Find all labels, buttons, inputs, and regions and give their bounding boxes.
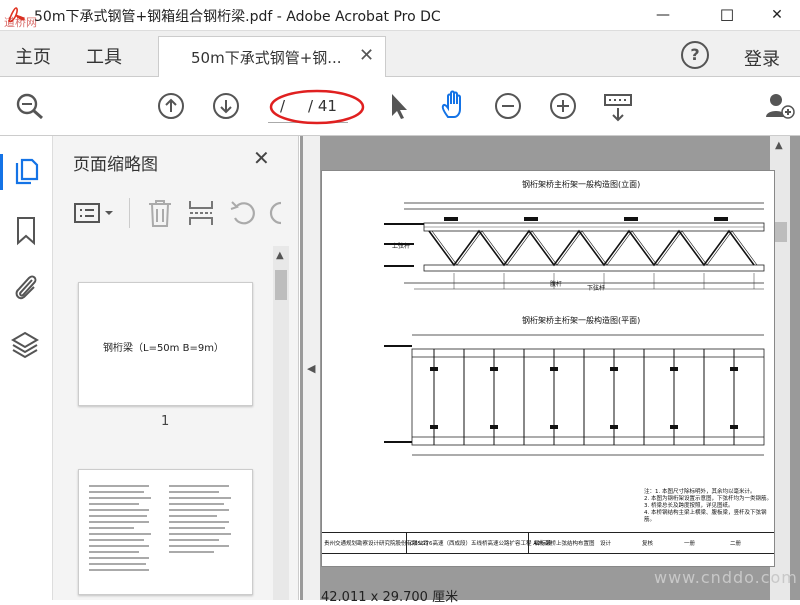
thumbnail-1-text: 钢桁梁（L=50m B=9m）	[103, 343, 224, 354]
truss-plan-drawing	[384, 334, 765, 456]
thumbnails-scrollbar[interactable]: ▲	[273, 246, 289, 600]
next-page-icon[interactable]	[212, 92, 240, 120]
footer-project: G85G76高速（西成段）五线桥高速公路扩容工程 A2标段	[410, 541, 552, 547]
footer-review: 复核	[642, 541, 654, 547]
zoom-in-icon[interactable]	[549, 92, 577, 120]
main-toolbar: / / 41	[0, 77, 800, 136]
footer-design: 设计	[600, 541, 612, 547]
bookmarks-icon[interactable]	[15, 216, 37, 246]
page-current-input[interactable]: /	[280, 97, 285, 115]
tab-home[interactable]: 主页	[15, 43, 51, 69]
note-line: 注：1. 本图尺寸除标明外，其余均以毫米计。	[644, 489, 756, 495]
page-size-status: 42.011 x 29.700 厘米	[321, 590, 459, 605]
document-tab-label: 50m下承式钢管+钢...	[191, 49, 342, 67]
thumbnail-1-number: 1	[161, 414, 170, 429]
select-cursor-icon[interactable]	[388, 91, 410, 121]
page-number-field[interactable]: / / 41	[268, 94, 348, 123]
search-zoom-icon[interactable]	[14, 91, 46, 121]
page-total-label: / 41	[308, 97, 337, 115]
scrollbar-thumb[interactable]	[275, 270, 287, 300]
rotate-page-icon[interactable]	[229, 198, 259, 228]
thumbnail-options-icon[interactable]	[73, 200, 117, 226]
drawing-notes: 注：1. 本图尺寸除标明外，其余均以毫米计。 2. 本图为钢桁架设置示意图，下弦…	[644, 489, 772, 524]
page-thumbnail-2[interactable]	[78, 469, 253, 595]
scrolling-mode-icon[interactable]	[602, 93, 634, 123]
label-web-member: 腹杆	[550, 281, 563, 288]
scroll-up-arrow-icon[interactable]: ▲	[276, 250, 284, 261]
pdf-page: 钢桁架桥主桁架一般构造图(立面) 钢桁架桥主桁架一般构造图(平面) 腹杆 下弦杆…	[321, 170, 775, 567]
insert-page-icon[interactable]	[187, 198, 215, 228]
hand-tool-icon[interactable]	[438, 89, 470, 121]
collapse-panel-strip[interactable]: ◀	[303, 136, 320, 600]
navigation-rail	[0, 136, 53, 600]
attachments-icon[interactable]	[12, 272, 40, 304]
delete-page-icon[interactable]	[147, 198, 173, 228]
title-block-divider	[528, 533, 529, 553]
help-icon[interactable]: ?	[681, 41, 709, 69]
footer-volume-2: 二册	[730, 541, 742, 547]
truss-web-members	[428, 229, 758, 267]
page-thumbnails-icon[interactable]	[13, 158, 41, 188]
footer-volume-1: 一册	[684, 541, 696, 547]
close-panel-icon[interactable]: ✕	[253, 146, 270, 170]
maximize-button[interactable]: ☐	[704, 0, 750, 30]
truss-elevation-drawing	[384, 202, 765, 290]
window-title: 50m下承式钢管+钢箱组合钢桁梁.pdf - Adobe Acrobat Pro…	[34, 9, 441, 25]
collapse-arrow-icon[interactable]: ◀	[307, 362, 315, 375]
note-line: 3. 桥梁总长及跨度按照，详见图纸。	[644, 503, 734, 509]
login-button[interactable]: 登录	[744, 45, 780, 71]
doc-scrollbar-thumb[interactable]	[773, 222, 787, 242]
title-block-divider	[406, 533, 407, 553]
previous-page-icon[interactable]	[157, 92, 185, 120]
label-top-chord: 上弦杆	[392, 243, 411, 250]
more-tools-icon[interactable]	[269, 198, 283, 228]
minimize-button[interactable]: —	[640, 0, 686, 30]
thumbnail-2-preview	[89, 485, 231, 571]
note-line: 4. 本桥钢结构主梁上横梁、腹板梁，竖杆及下弦钢筋。	[644, 510, 767, 523]
toolbar-divider	[129, 198, 130, 228]
thumbnails-panel: 页面缩略图 ✕ ▲ 钢桁梁（L=50m B=9m） 1	[53, 136, 299, 600]
doc-scroll-up-arrow-icon[interactable]: ▲	[775, 140, 783, 151]
drawing-title-elevation: 钢桁架桥主桁架一般构造图(立面)	[522, 180, 641, 189]
close-document-tab-icon[interactable]: ✕	[359, 45, 374, 66]
footer-drawing-name: 钢桁架桥上弦结构布置图	[534, 541, 595, 547]
menu-tab-bar: 主页 工具 ? 登录	[0, 31, 800, 77]
share-add-user-icon[interactable]	[764, 91, 796, 121]
active-rail-indicator	[0, 154, 3, 190]
zoom-out-icon[interactable]	[494, 92, 522, 120]
title-bar: 道桥网 50m下承式钢管+钢箱组合钢桁梁.pdf - Adobe Acrobat…	[0, 0, 800, 31]
site-watermark-bottom: www.cnddo.com	[654, 568, 798, 587]
title-block: 贵州交通规划勘察设计研究院股份有限公司 G85G76高速（西成段）五线桥高速公路…	[322, 532, 774, 554]
page-thumbnail-1[interactable]: 钢桁梁（L=50m B=9m）	[78, 282, 253, 406]
tab-document[interactable]: 50m下承式钢管+钢... ✕	[158, 36, 386, 78]
site-watermark: 道桥网	[4, 16, 37, 29]
label-bottom-chord: 下弦杆	[587, 285, 606, 292]
note-line: 2. 本图为钢桁架设置示意图，下弦杆均为一类钢筋。	[644, 496, 772, 502]
tab-tools[interactable]: 工具	[86, 43, 122, 69]
thumbnails-title: 页面缩略图	[73, 155, 158, 175]
layers-icon[interactable]	[10, 330, 40, 360]
close-window-button[interactable]: ✕	[754, 0, 800, 30]
